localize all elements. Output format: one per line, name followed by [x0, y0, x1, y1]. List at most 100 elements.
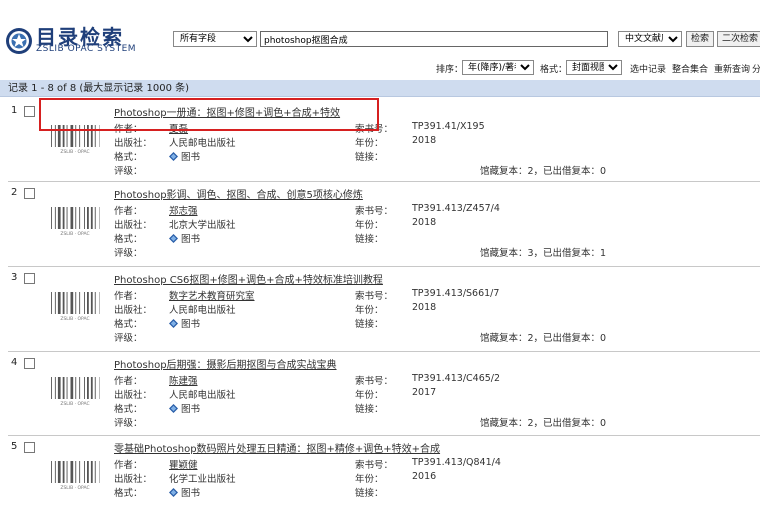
- callno-value: TP391.413/Z457/4: [412, 203, 500, 214]
- format-label: 格式：: [114, 316, 143, 330]
- library-emblem-icon: [5, 27, 33, 55]
- header: 目录检索 ZSLIB OPAC SYSTEM 所有字段 中文文献库 检索 二次检…: [0, 0, 760, 56]
- year-value: 2016: [412, 471, 436, 482]
- format-text: 图书: [181, 319, 200, 330]
- highlight-box: [39, 98, 379, 131]
- search-input[interactable]: [260, 31, 608, 47]
- format-text: 图书: [181, 488, 200, 499]
- format-label: 格式：: [114, 149, 143, 163]
- link-label: 链接：: [355, 231, 384, 245]
- link-label: 链接：: [355, 485, 384, 499]
- publisher-value: 化学工业出版社: [169, 471, 236, 485]
- barcode-caption: ZSLIB · OPAC: [60, 485, 89, 491]
- publisher-label: 出版社：: [114, 217, 152, 231]
- record-checkbox[interactable]: [24, 106, 35, 117]
- barcode-caption: ZSLIB · OPAC: [60, 401, 89, 407]
- callno-label: 索书号：: [355, 457, 393, 471]
- book-icon: [169, 488, 178, 497]
- format-text: 图书: [181, 404, 200, 415]
- barcode-caption: ZSLIB · OPAC: [60, 149, 89, 155]
- callno-value: TP391.413/Q841/4: [412, 457, 501, 468]
- year-value: 2018: [412, 135, 436, 146]
- format-select[interactable]: 封面视图: [566, 60, 622, 75]
- author-label: 作者：: [114, 373, 143, 387]
- author-link[interactable]: 郑志强: [169, 203, 198, 217]
- record-divider: [8, 351, 760, 352]
- record-item: 5 ZSLIB · OPAC 零基础Photoshop数码照片处理五日精通：抠图+精…: [0, 441, 760, 517]
- author-link[interactable]: 数字艺术教育研究室: [169, 288, 255, 302]
- record-number: 4: [11, 357, 17, 368]
- holdings-info: 馆藏复本：2，已出借复本：0: [480, 330, 606, 344]
- callno-value: TP391.41/X195: [412, 121, 485, 132]
- year-label: 年份：: [355, 135, 384, 149]
- barcode-icon: ZSLIB · OPAC: [50, 290, 100, 322]
- search-button[interactable]: 检索: [686, 31, 714, 47]
- book-icon: [169, 152, 178, 161]
- rating-label: 评级：: [114, 330, 143, 344]
- year-value: 2018: [412, 302, 436, 313]
- format-value: 图书: [169, 316, 200, 330]
- link-label: 链接：: [355, 401, 384, 415]
- barcode-caption: ZSLIB · OPAC: [60, 316, 89, 322]
- author-label: 作者：: [114, 457, 143, 471]
- callno-label: 索书号：: [355, 203, 393, 217]
- format-value: 图书: [169, 401, 200, 415]
- record-item: 3 ZSLIB · OPAC Photoshop CS6抠图+修图+调色+合成+特效…: [0, 272, 760, 348]
- callno-value: TP391.413/C465/2: [412, 373, 500, 384]
- publisher-label: 出版社：: [114, 471, 152, 485]
- record-number: 5: [11, 441, 17, 452]
- author-link[interactable]: 瞿颖健: [169, 457, 198, 471]
- book-icon: [169, 319, 178, 328]
- year-label: 年份：: [355, 471, 384, 485]
- author-label: 作者：: [114, 203, 143, 217]
- record-number: 3: [11, 272, 17, 283]
- rating-label: 评级：: [114, 245, 143, 259]
- record-number: 1: [11, 105, 17, 116]
- record-checkbox[interactable]: [24, 188, 35, 199]
- publisher-value: 人民邮电出版社: [169, 135, 236, 149]
- publisher-value: 人民邮电出版社: [169, 302, 236, 316]
- record-title-link[interactable]: Photoshop影调、调色、抠图、合成、创意5项核心修炼: [114, 186, 363, 201]
- format-text: 图书: [181, 152, 200, 163]
- record-title-link[interactable]: Photoshop后期强：摄影后期抠图与合成实战宝典: [114, 356, 337, 371]
- barcode-caption: ZSLIB · OPAC: [60, 231, 89, 237]
- format-label: 格式：: [114, 401, 143, 415]
- callno-label: 索书号：: [355, 288, 393, 302]
- record-divider: [8, 181, 760, 182]
- book-icon: [169, 404, 178, 413]
- year-label: 年份：: [355, 217, 384, 231]
- author-link[interactable]: 陈建强: [169, 373, 198, 387]
- year-label: 年份：: [355, 387, 384, 401]
- record-checkbox[interactable]: [24, 273, 35, 284]
- record-title-link[interactable]: Photoshop CS6抠图+修图+调色+合成+特效标准培训教程: [114, 271, 383, 286]
- truncated-link[interactable]: 分: [752, 62, 760, 75]
- year-value: 2017: [412, 387, 436, 398]
- record-checkbox[interactable]: [24, 358, 35, 369]
- record-checkbox[interactable]: [24, 442, 35, 453]
- book-icon: [169, 234, 178, 243]
- publisher-value: 人民邮电出版社: [169, 387, 236, 401]
- record-divider: [8, 266, 760, 267]
- publisher-value: 北京大学出版社: [169, 217, 236, 231]
- format-label: 格式：: [114, 231, 143, 245]
- link-label: 链接：: [355, 149, 384, 163]
- rating-label: 评级：: [114, 415, 143, 429]
- database-select[interactable]: 中文文献库: [618, 31, 682, 47]
- publisher-label: 出版社：: [114, 135, 152, 149]
- record-item: 2ZSLIB · OPACPhotoshop影调、调色、抠图、合成、创意5项核心…: [0, 187, 760, 263]
- barcode-icon: ZSLIB · OPAC: [50, 375, 100, 407]
- format-value: 图书: [169, 149, 200, 163]
- record-divider: [8, 435, 760, 436]
- reset-query-link[interactable]: 重新查询: [714, 62, 750, 75]
- sort-select[interactable]: 年(降序)/著者: [462, 60, 534, 75]
- format-value: 图书: [169, 485, 200, 499]
- field-select[interactable]: 所有字段: [173, 31, 257, 47]
- merge-sets-link[interactable]: 整合集合: [672, 62, 708, 75]
- record-title-link[interactable]: 零基础Photoshop数码照片处理五日精通：抠图+精修+调色+特效+合成: [114, 440, 440, 455]
- barcode-icon: ZSLIB · OPAC: [50, 459, 100, 491]
- results-toolbar: 排序： 年(降序)/著者 格式： 封面视图 选中记录 整合集合 重新查询 分: [0, 58, 760, 78]
- format-label: 格式：: [540, 62, 567, 75]
- format-text: 图书: [181, 234, 200, 245]
- second-search-button[interactable]: 二次检索: [717, 31, 760, 47]
- selected-records-link[interactable]: 选中记录: [630, 62, 666, 75]
